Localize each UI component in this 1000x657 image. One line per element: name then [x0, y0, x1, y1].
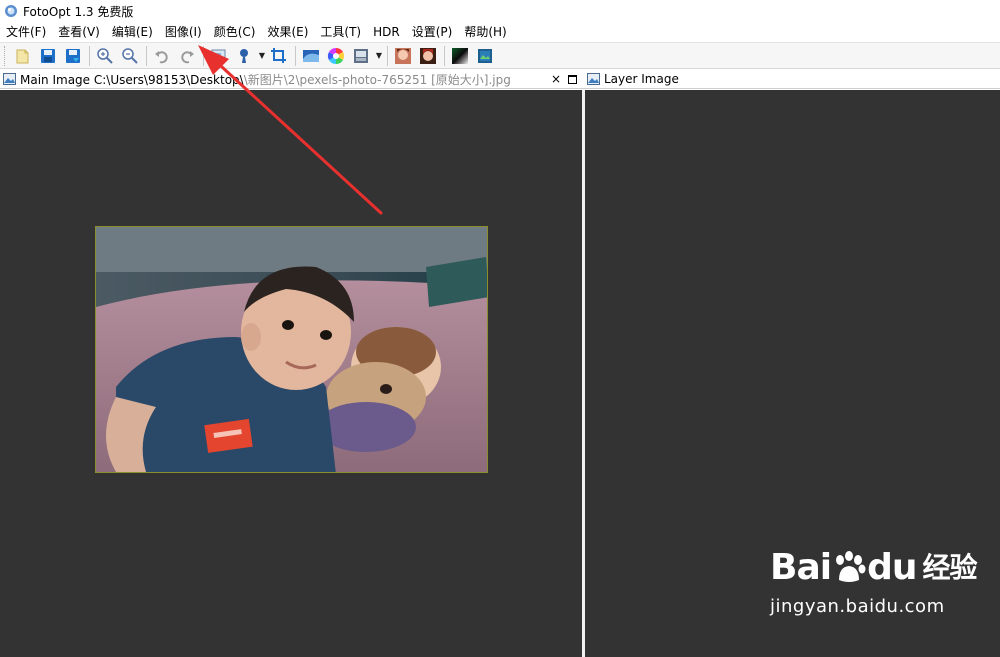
- title-bar: FotoOpt 1.3 免费版: [0, 0, 1000, 22]
- menu-settings[interactable]: 设置(P): [406, 22, 459, 42]
- color-wheel-button[interactable]: [324, 45, 348, 67]
- crop-button[interactable]: [267, 45, 291, 67]
- save-icon: [41, 48, 55, 63]
- toolbar-separator: [387, 45, 388, 66]
- frame-button[interactable]: [349, 45, 373, 67]
- menu-help[interactable]: 帮助(H): [458, 22, 512, 42]
- save-as-icon: [66, 48, 80, 63]
- menu-bar: 文件(F) 查看(V) 编辑(E) 图像(I) 颜色(C) 效果(E) 工具(T…: [0, 22, 1000, 42]
- window-title: FotoOpt 1.3 免费版: [23, 4, 134, 19]
- gradient-button[interactable]: [448, 45, 472, 67]
- save-as-button[interactable]: [61, 45, 85, 67]
- baby-photo-image: [96, 227, 487, 472]
- watermark-url: jingyan.baidu.com: [770, 596, 945, 617]
- menu-view[interactable]: 查看(V): [52, 22, 106, 42]
- portrait-retouch-icon: [420, 47, 436, 64]
- baidu-logo: Bai du 经验: [770, 547, 978, 588]
- gradient-icon: [452, 47, 468, 64]
- color-wheel-icon: [327, 47, 345, 64]
- menu-edit[interactable]: 编辑(E): [106, 22, 159, 42]
- open-button[interactable]: [11, 45, 35, 67]
- menu-color[interactable]: 颜色(C): [208, 22, 262, 42]
- zoom-in-button[interactable]: [93, 45, 117, 67]
- close-icon[interactable]: ×: [551, 72, 561, 86]
- main-image-path: Main Image C:\Users\98153\Desktop\: [20, 72, 244, 87]
- main-image-title: Main Image C:\Users\98153\Desktop\\新图片\2…: [20, 71, 511, 88]
- menu-image[interactable]: 图像(I): [159, 22, 208, 42]
- layer-image-panel-header: Layer Image: [583, 70, 1000, 89]
- frame-dropdown-chevron-down-icon[interactable]: ▼: [374, 45, 384, 67]
- toolbar-separator: [146, 45, 147, 66]
- layer-image-title: Layer Image: [604, 72, 679, 86]
- zoom-out-icon: [122, 47, 138, 64]
- resize-icon: [211, 49, 226, 62]
- toolbar-separator: [89, 45, 90, 66]
- image-icon: [478, 48, 492, 63]
- loaded-photo[interactable]: [95, 226, 488, 473]
- portrait-icon: [395, 47, 411, 64]
- zoom-out-button[interactable]: [118, 45, 142, 67]
- toolbar-separator: [444, 45, 445, 66]
- toolbar-separator: [295, 45, 296, 66]
- open-icon: [16, 49, 29, 63]
- levels-button[interactable]: [299, 45, 323, 67]
- paw-icon: [836, 551, 866, 582]
- watermark-logo-cn: 经验: [922, 551, 977, 584]
- brush-icon: [240, 48, 248, 63]
- layer-icon: [587, 73, 600, 85]
- watermark-logo-text-2: du: [867, 547, 917, 588]
- save-button[interactable]: [36, 45, 60, 67]
- crop-icon: [271, 47, 286, 63]
- brush-button[interactable]: [232, 45, 256, 67]
- image-icon: [3, 73, 16, 85]
- portrait-button[interactable]: [391, 45, 415, 67]
- zoom-in-icon: [97, 47, 113, 64]
- toolbar-grip[interactable]: [4, 45, 7, 66]
- main-image-panel-header: Main Image C:\Users\98153\Desktop\\新图片\2…: [0, 70, 583, 89]
- brush-dropdown-chevron-down-icon[interactable]: ▼: [257, 45, 267, 67]
- redo-button[interactable]: [175, 45, 199, 67]
- toolbar: ▼ ▼: [0, 42, 1000, 69]
- frame-icon: [354, 48, 368, 63]
- menu-hdr[interactable]: HDR: [367, 22, 406, 42]
- resize-button[interactable]: [207, 45, 231, 67]
- undo-icon: [155, 50, 168, 63]
- menu-effects[interactable]: 效果(E): [261, 22, 314, 42]
- watermark-logo-text: Bai: [770, 547, 832, 588]
- levels-icon: [303, 49, 319, 62]
- undo-button[interactable]: [150, 45, 174, 67]
- baidu-watermark: Bai du 经验 jingyan.baidu.com: [770, 547, 978, 618]
- menu-file[interactable]: 文件(F): [0, 22, 52, 42]
- app-logo-icon: [5, 5, 17, 17]
- portrait-retouch-button[interactable]: [416, 45, 440, 67]
- menu-tools[interactable]: 工具(T): [314, 22, 367, 42]
- image-button[interactable]: [473, 45, 497, 67]
- maximize-icon[interactable]: [568, 74, 577, 84]
- redo-icon: [181, 50, 194, 63]
- main-image-filename: \新图片\2\pexels-photo-765251 [原始大小].jpg: [243, 72, 511, 87]
- toolbar-separator: [203, 45, 204, 66]
